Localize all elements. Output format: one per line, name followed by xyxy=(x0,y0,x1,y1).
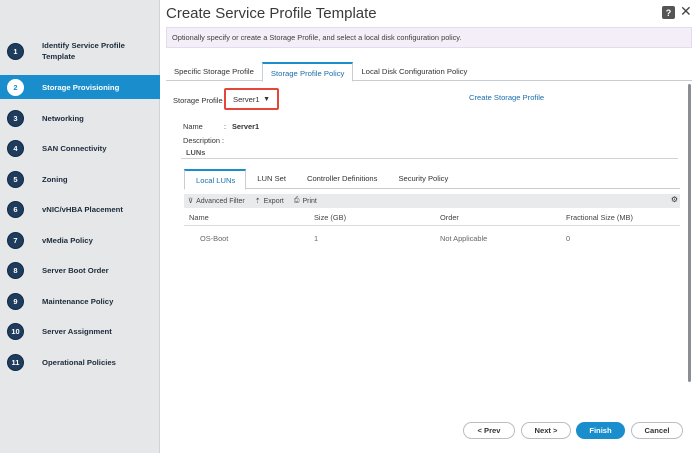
name-colon: : xyxy=(224,122,227,131)
prev-button[interactable]: < Prev xyxy=(463,422,515,439)
name-value: Server1 xyxy=(232,122,260,131)
cell-order: Not Applicable xyxy=(440,234,488,243)
finish-button[interactable]: Finish xyxy=(576,422,625,439)
step-label: vNIC/vHBA Placement xyxy=(42,204,123,214)
info-banner: Optionally specify or create a Storage P… xyxy=(166,27,692,48)
step-number: 3 xyxy=(7,109,24,127)
step-maintenance-policy[interactable]: 9 Maintenance Policy xyxy=(0,291,160,311)
column-header-size[interactable]: Size (GB) xyxy=(314,213,346,222)
tab-local-disk-configuration-policy[interactable]: Local Disk Configuration Policy xyxy=(353,62,475,81)
step-label: vMedia Policy xyxy=(42,235,93,245)
cell-name: OS-Boot xyxy=(200,234,229,243)
cell-fractional-size: 0 xyxy=(566,234,571,243)
step-server-assignment[interactable]: 10 Server Assignment xyxy=(0,321,160,341)
step-label: SAN Connectivity xyxy=(42,143,107,153)
lun-tabs: Local LUNs LUN Set Controller Definition… xyxy=(184,169,680,190)
step-label: Networking xyxy=(42,113,84,123)
next-button[interactable]: Next > xyxy=(521,422,571,439)
column-header-order[interactable]: Order xyxy=(440,213,459,222)
table-header: Name Size (GB) Order Fractional Size (MB… xyxy=(184,210,680,226)
storage-profile-label: Storage Profile xyxy=(173,96,223,105)
step-label: Operational Policies xyxy=(42,357,116,367)
export-icon: ⇡ xyxy=(254,198,261,205)
dialog-title: Create Service Profile Template xyxy=(166,5,377,22)
chevron-down-icon: ▼ xyxy=(263,95,270,103)
name-label: Name xyxy=(183,122,203,131)
close-icon[interactable]: ✕ xyxy=(680,3,692,20)
gear-icon[interactable]: ⚙ xyxy=(671,195,678,204)
filter-icon: ⊽ xyxy=(188,198,194,205)
step-label: Identify Service Profile Template xyxy=(42,41,125,61)
step-number: 7 xyxy=(7,231,24,249)
step-label: Server Assignment xyxy=(42,326,112,336)
step-number: 9 xyxy=(7,292,24,310)
step-vmedia-policy[interactable]: 7 vMedia Policy xyxy=(0,230,160,250)
tab-controller-definitions[interactable]: Controller Definitions xyxy=(296,169,387,189)
step-networking[interactable]: 3 Networking xyxy=(0,108,160,128)
divider xyxy=(181,158,678,159)
step-number: 2 xyxy=(7,78,24,96)
column-header-fractional-size[interactable]: Fractional Size (MB) xyxy=(566,213,633,222)
create-storage-profile-link[interactable]: Create Storage Profile xyxy=(469,93,544,102)
help-icon[interactable]: ? xyxy=(662,6,675,19)
step-server-boot-order[interactable]: 8 Server Boot Order xyxy=(0,260,160,280)
export-label: Export xyxy=(263,197,284,205)
step-operational-policies[interactable]: 11 Operational Policies xyxy=(0,352,160,372)
step-san-connectivity[interactable]: 4 SAN Connectivity xyxy=(0,138,160,158)
luns-heading: LUNs xyxy=(186,148,206,157)
step-label: Server Boot Order xyxy=(42,265,109,275)
step-number: 4 xyxy=(7,139,24,157)
print-icon: ⎙ xyxy=(293,197,300,204)
print-button[interactable]: ⎙ Print xyxy=(294,197,317,205)
step-number: 8 xyxy=(7,261,24,279)
tab-storage-profile-policy[interactable]: Storage Profile Policy xyxy=(261,62,354,82)
table-toolbar: ⊽ Advanced Filter ⇡ Export ⎙ Print ⚙ xyxy=(184,194,680,208)
storage-tabs: Specific Storage Profile Storage Profile… xyxy=(166,62,692,82)
step-label: Maintenance Policy xyxy=(42,296,114,306)
step-storage-provisioning[interactable]: 2 Storage Provisioning xyxy=(0,75,160,99)
tab-specific-storage-profile[interactable]: Specific Storage Profile xyxy=(166,62,262,81)
step-number: 6 xyxy=(7,200,24,218)
cell-size: 1 xyxy=(314,234,319,243)
step-number: 10 xyxy=(7,322,24,340)
cancel-button[interactable]: Cancel xyxy=(631,422,683,439)
table-row[interactable]: OS-Boot 1 Not Applicable 0 xyxy=(184,231,680,246)
advanced-filter-label: Advanced Filter xyxy=(196,197,245,205)
step-zoning[interactable]: 5 Zoning xyxy=(0,169,160,189)
export-button[interactable]: ⇡ Export xyxy=(254,197,284,206)
column-header-name[interactable]: Name xyxy=(189,213,209,222)
scrollbar[interactable] xyxy=(688,84,691,382)
step-identify-service-profile-template[interactable]: 1 Identify Service Profile Template xyxy=(0,34,160,68)
step-label: Zoning xyxy=(42,174,68,184)
print-label: Print xyxy=(302,197,317,205)
wizard-sidebar: 1 Identify Service Profile Template 2 St… xyxy=(0,0,160,453)
tab-local-luns[interactable]: Local LUNs xyxy=(184,169,247,190)
step-number: 5 xyxy=(7,170,24,188)
tab-lun-set[interactable]: LUN Set xyxy=(246,169,296,189)
storage-profile-select[interactable]: Server1 ▼ xyxy=(224,88,279,110)
description-label: Description : xyxy=(183,136,225,145)
step-number: 1 xyxy=(7,42,24,60)
advanced-filter-button[interactable]: ⊽ Advanced Filter xyxy=(188,197,245,206)
step-label: Storage Provisioning xyxy=(42,82,120,92)
storage-profile-value: Server1 xyxy=(233,94,260,104)
step-number: 11 xyxy=(7,353,24,371)
step-vnic-vhba-placement[interactable]: 6 vNIC/vHBA Placement xyxy=(0,199,160,219)
tab-security-policy[interactable]: Security Policy xyxy=(387,169,458,189)
